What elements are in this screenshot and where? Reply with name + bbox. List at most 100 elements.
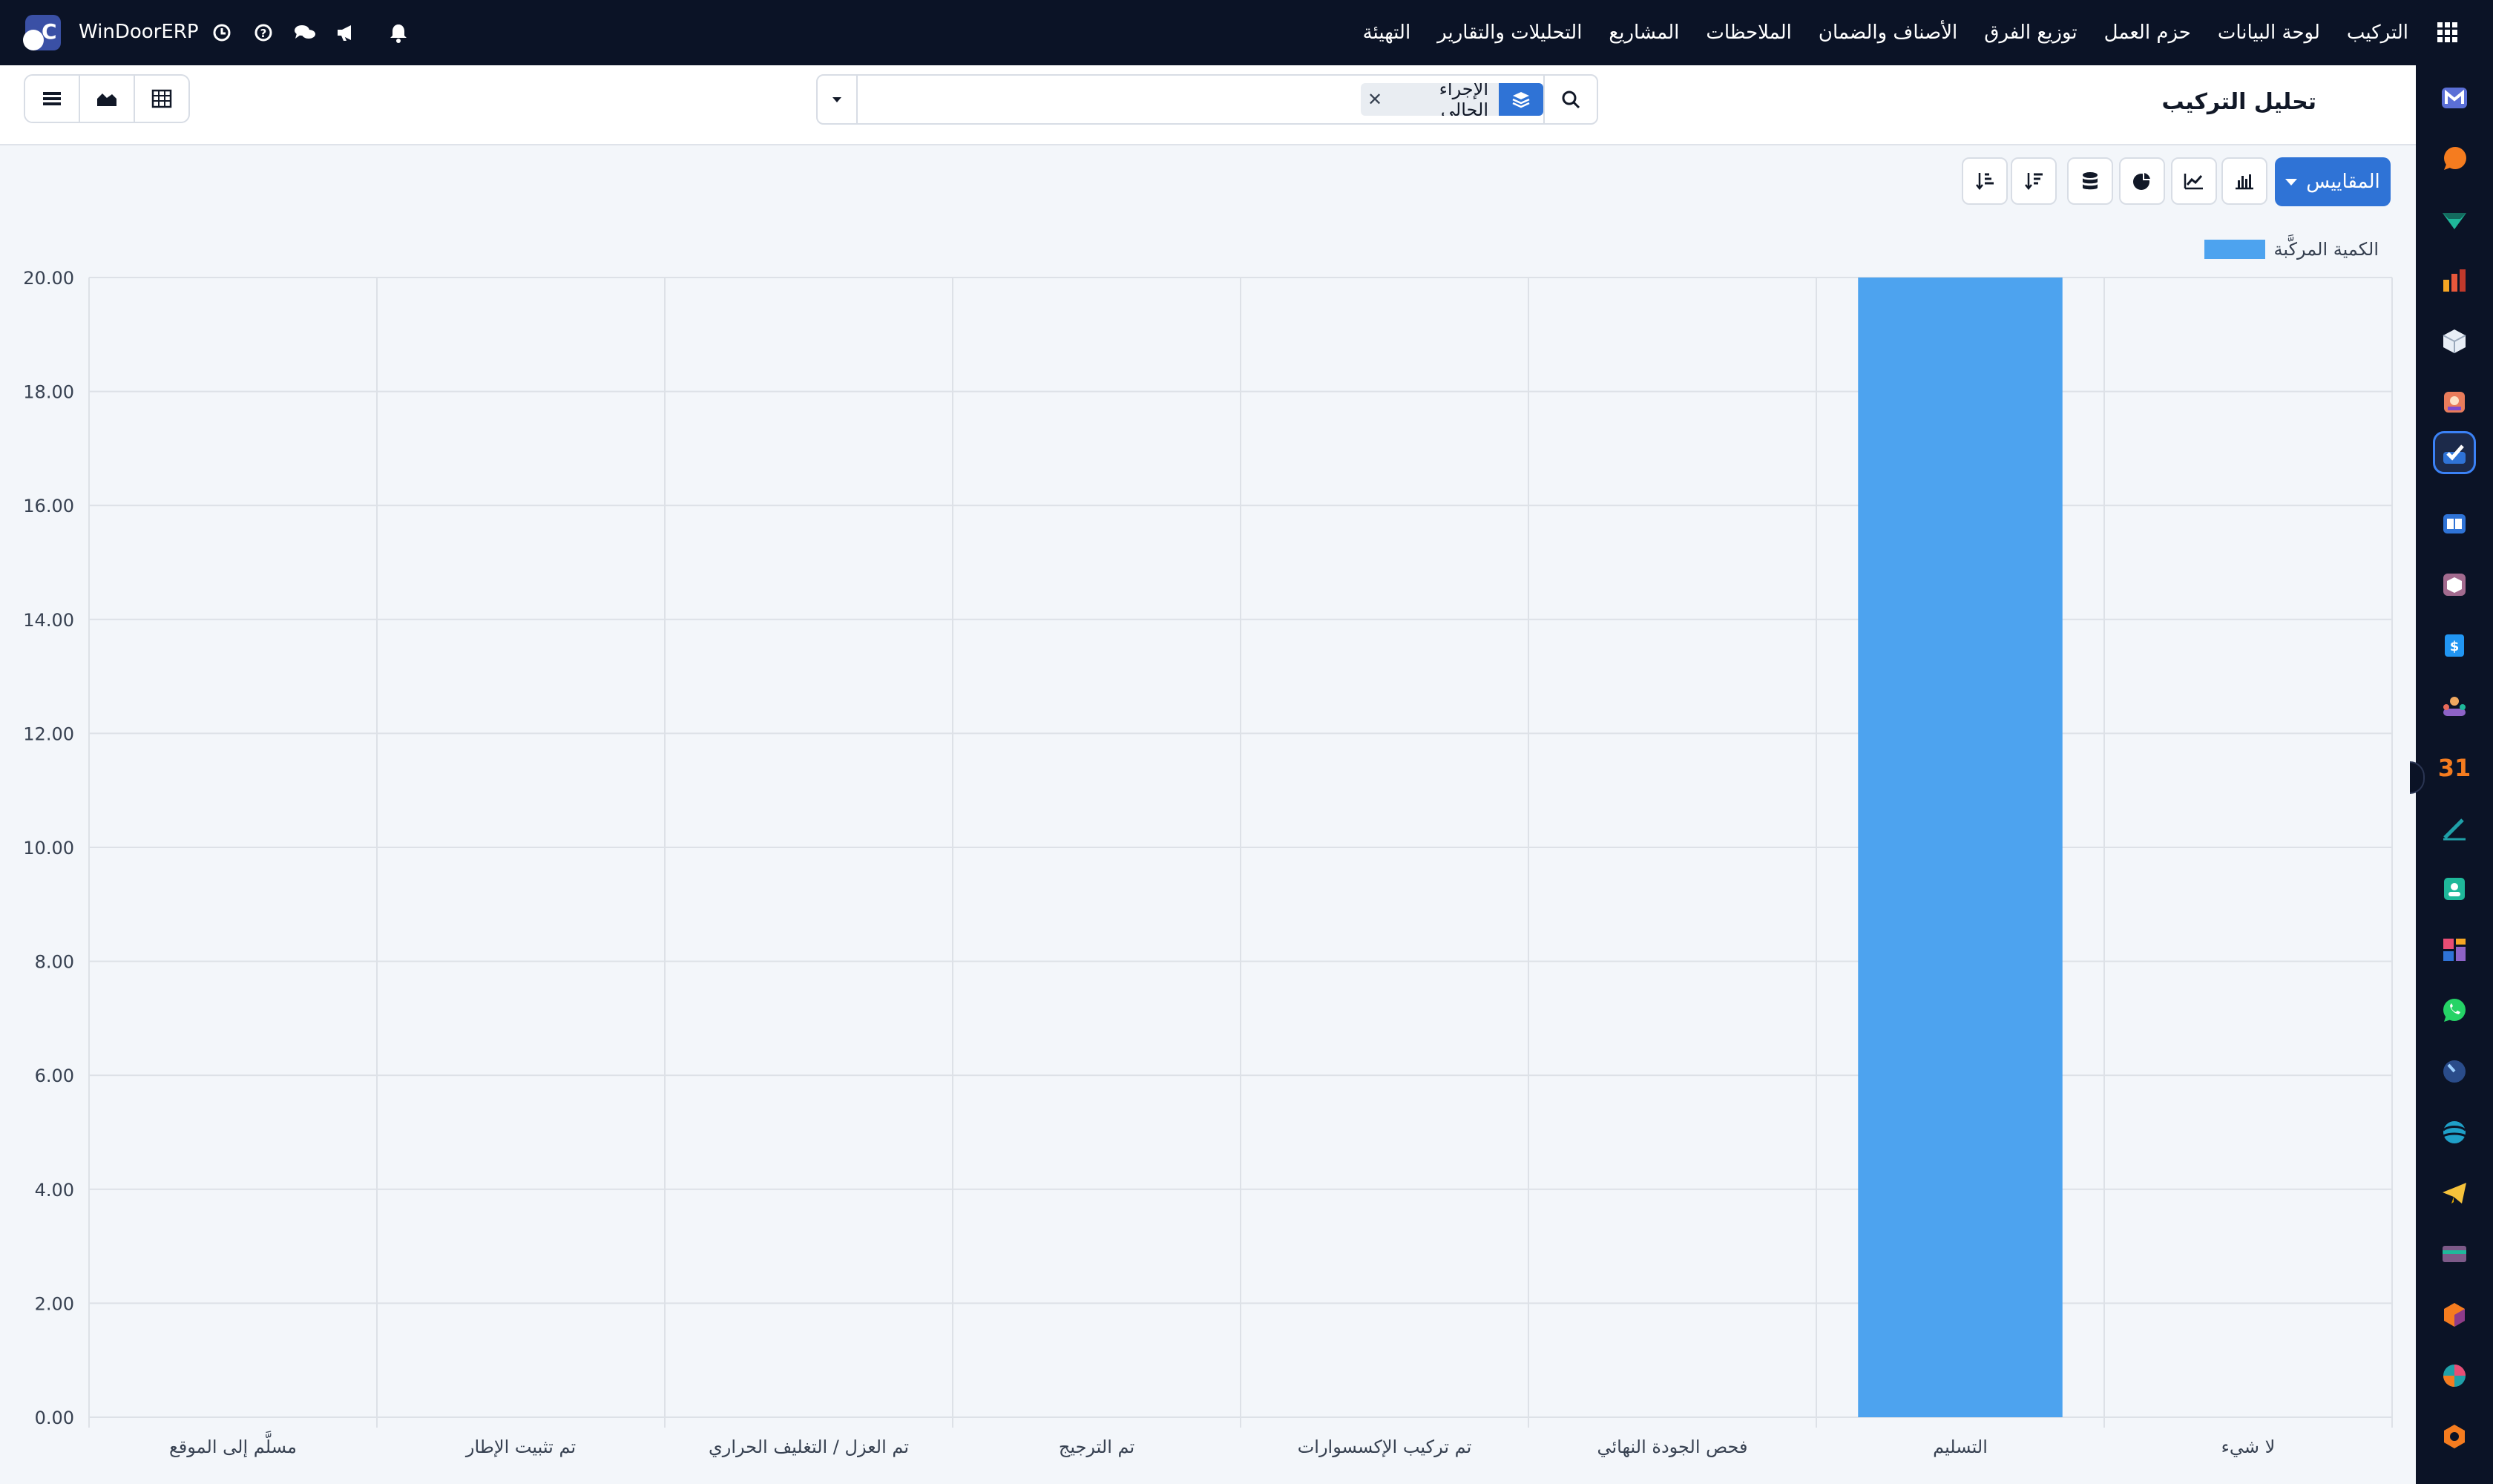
sort-ascending-button[interactable] xyxy=(1962,157,2008,205)
reporting-icon[interactable] xyxy=(2435,261,2474,300)
y-tick-label: 4.00 xyxy=(35,1180,74,1201)
y-tick-label: 0.00 xyxy=(35,1408,74,1428)
employees-icon[interactable] xyxy=(2435,687,2474,726)
timesheet-icon[interactable] xyxy=(2435,1052,2474,1091)
remove-facet-icon[interactable]: ✕ xyxy=(1361,89,1389,110)
y-tick-label: 8.00 xyxy=(35,952,74,973)
dashboards-icon[interactable] xyxy=(2435,930,2474,969)
search-button[interactable] xyxy=(1543,76,1597,123)
caret-down-icon xyxy=(832,97,841,102)
top-navbar: C WinDoorERP ? التركيب لوحة البيانات حزم… xyxy=(0,0,2493,65)
search-bar: بحث... ✕ الإجراء الحالي xyxy=(816,74,1598,125)
measures-label: المقاييس xyxy=(2306,171,2380,193)
stacked-button[interactable] xyxy=(2067,157,2113,205)
app-grid-icon[interactable] xyxy=(2435,20,2460,45)
menu-items-warranty[interactable]: الأصناف والضمان xyxy=(1819,22,1957,44)
svg-text:$: $ xyxy=(2450,639,2460,654)
documents-icon[interactable] xyxy=(2435,383,2474,421)
crm-icon[interactable] xyxy=(2435,200,2474,239)
sort-ascending-icon xyxy=(1976,173,1994,191)
module-icon[interactable] xyxy=(2435,1296,2474,1334)
x-tick-label: مسلَّم إلى الموقع xyxy=(169,1431,297,1458)
view-pivot-button[interactable] xyxy=(135,76,188,122)
settings-app-icon[interactable] xyxy=(2435,1417,2474,1456)
x-tick-label: تم العزل / التغليف الحراري xyxy=(709,1437,909,1457)
menu-work-packages[interactable]: حزم العمل xyxy=(2104,22,2191,44)
view-list-button[interactable] xyxy=(25,76,80,122)
x-tick-label: تم تركيب الإكسسوارات xyxy=(1298,1437,1472,1457)
installation-icon[interactable] xyxy=(2433,431,2476,474)
calendar-icon[interactable]: 31 xyxy=(2435,748,2474,787)
bar-chart-icon xyxy=(2236,174,2253,190)
menu-installation[interactable]: التركيب xyxy=(2347,22,2408,44)
y-tick-label: 6.00 xyxy=(35,1066,74,1086)
menu-projects[interactable]: المشاريع xyxy=(1609,22,1679,44)
x-tick-label: تم الترجيج xyxy=(1059,1437,1134,1457)
bell-icon[interactable] xyxy=(386,20,411,45)
sign-icon[interactable] xyxy=(2435,809,2474,847)
pie-app-icon[interactable] xyxy=(2435,1356,2474,1395)
line-chart-button[interactable] xyxy=(2171,157,2217,205)
brand-name[interactable]: WinDoorERP xyxy=(79,0,199,65)
contacts-icon[interactable] xyxy=(2435,870,2474,908)
menu-analytics-reports[interactable]: التحليلات والتقارير xyxy=(1437,22,1582,44)
view-graph-button[interactable] xyxy=(80,76,135,122)
website-icon[interactable] xyxy=(2435,1113,2474,1152)
caret-down-icon xyxy=(2285,178,2298,186)
x-tick-label: التسليم xyxy=(1933,1437,1988,1457)
list-icon xyxy=(43,92,61,105)
invoicing-icon[interactable]: $ xyxy=(2435,626,2474,665)
bar xyxy=(1858,278,2063,1417)
chat-icon[interactable] xyxy=(292,20,318,45)
company-logo[interactable]: C xyxy=(23,15,61,50)
pie-chart-button[interactable] xyxy=(2119,157,2165,205)
knowledge-icon[interactable] xyxy=(2435,505,2474,543)
bar-chart-button[interactable] xyxy=(2221,157,2267,205)
y-tick-label: 18.00 xyxy=(23,382,74,403)
systray: ? xyxy=(209,0,411,65)
main-menu: التركيب لوحة البيانات حزم العمل توزيع ال… xyxy=(1363,0,2460,65)
line-chart-icon xyxy=(2184,174,2203,190)
sort-descending-icon xyxy=(2025,173,2043,191)
menu-dashboard[interactable]: لوحة البيانات xyxy=(2218,22,2320,44)
y-tick-label: 12.00 xyxy=(23,723,74,744)
gmail-icon[interactable] xyxy=(2435,79,2474,117)
bar-chart: 0.00 2.00 4.00 6.00 8.00 10.00 12.00 14.00 16.00… xyxy=(23,268,2393,1458)
y-tick-label: 14.00 xyxy=(23,610,74,631)
svg-text:?: ? xyxy=(260,27,267,40)
search-options-toggle[interactable] xyxy=(818,76,858,123)
megaphone-icon[interactable] xyxy=(334,20,359,45)
y-tick-label: 16.00 xyxy=(23,496,74,516)
telegram-icon[interactable] xyxy=(2435,1174,2474,1212)
payment-icon[interactable] xyxy=(2435,1235,2474,1273)
table-icon xyxy=(151,89,172,108)
y-tick-label: 20.00 xyxy=(23,268,74,289)
area-chart-icon xyxy=(97,93,116,106)
whatsapp-icon[interactable] xyxy=(2435,991,2474,1030)
search-facet: ✕ الإجراء الحالي xyxy=(1361,83,1543,116)
control-panel: بحث... ✕ الإجراء الحالي تحليل التركيب xyxy=(0,65,2416,145)
x-tick-label: تم تثبيت الإطار xyxy=(465,1437,576,1457)
view-switcher xyxy=(24,74,190,123)
y-tick-label: 2.00 xyxy=(35,1293,74,1314)
x-tick-label: لا شيء xyxy=(2221,1437,2276,1457)
pie-chart-icon xyxy=(2133,171,2152,190)
y-tick-label: 10.00 xyxy=(23,838,74,858)
menu-notes[interactable]: الملاحظات xyxy=(1706,22,1792,44)
purchase-icon[interactable] xyxy=(2435,565,2474,604)
clock-icon[interactable] xyxy=(209,20,234,45)
help-icon[interactable]: ? xyxy=(251,20,276,45)
discuss-icon[interactable] xyxy=(2435,139,2474,178)
svg-text:31: 31 xyxy=(2438,754,2471,781)
database-icon xyxy=(2083,172,2098,190)
page-title: تحليل التركيب xyxy=(2161,89,2316,115)
measures-dropdown[interactable]: المقاييس xyxy=(2275,157,2391,206)
inventory-icon[interactable] xyxy=(2435,322,2474,361)
group-by-layers-icon xyxy=(1499,83,1543,116)
search-icon xyxy=(1562,91,1580,109)
facet-label: الإجراء الحالي xyxy=(1439,83,1488,116)
menu-team-distribution[interactable]: توزيع الفرق xyxy=(1984,22,2077,44)
menu-configuration[interactable]: التهيئة xyxy=(1363,22,1411,44)
apps-sidebar: $ 31 xyxy=(2410,65,2493,1484)
sort-descending-button[interactable] xyxy=(2011,157,2057,205)
